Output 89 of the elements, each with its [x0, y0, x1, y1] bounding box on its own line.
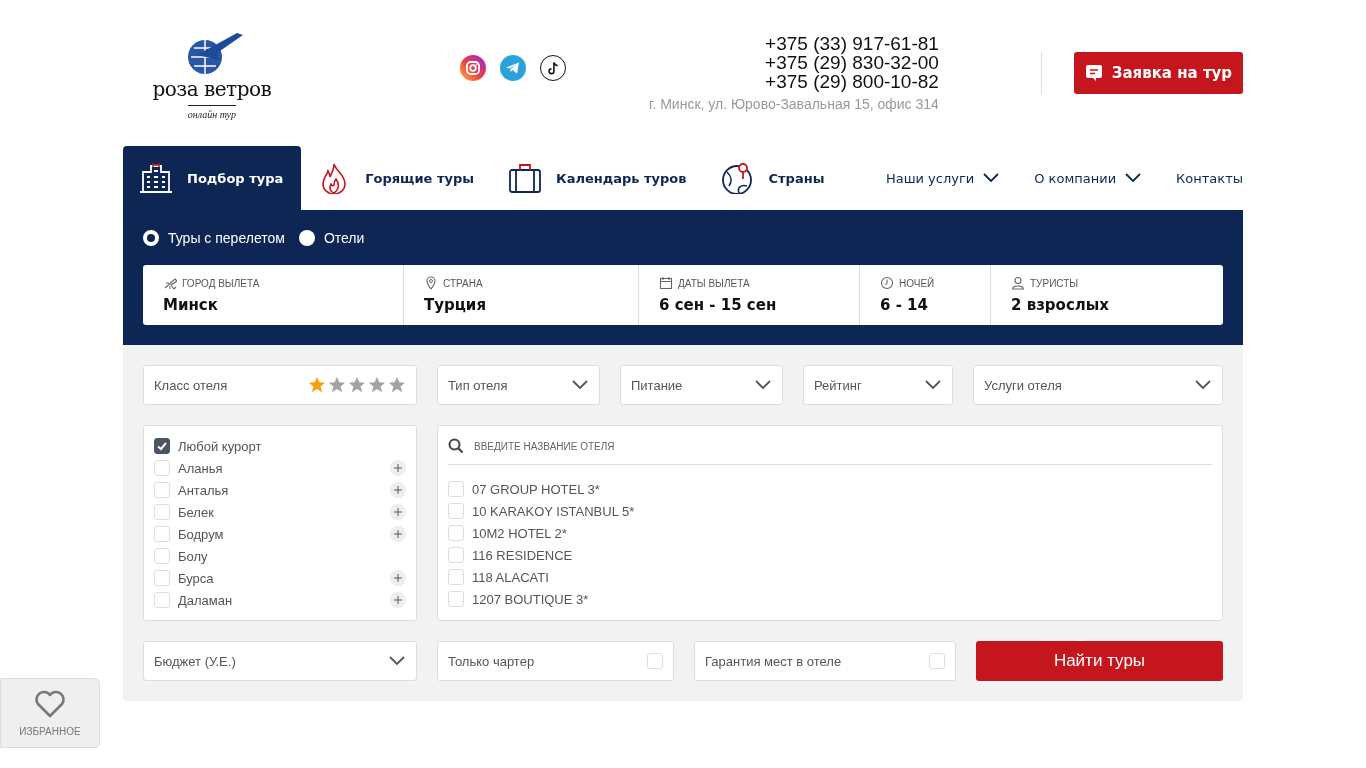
phone-link[interactable]: +375 (29) 830-32-00 [765, 53, 939, 72]
field-value: Минск [163, 296, 219, 314]
field-label: СТРАНА [443, 277, 483, 289]
checkbox[interactable] [154, 438, 170, 454]
phone-link[interactable]: +375 (29) 800-10-82 [765, 72, 939, 91]
option-label: Гарантия мест в отеле [705, 653, 842, 669]
hotel-label: 116 RESIDENCE [472, 547, 574, 563]
field-label: ГОРОД ВЫЛЕТА [182, 277, 260, 289]
star-icon [388, 376, 406, 394]
resort-label: Болу [178, 548, 209, 564]
clock-icon [880, 276, 894, 290]
building-icon [139, 162, 173, 194]
chat-icon [1084, 64, 1103, 82]
plus-icon [394, 464, 402, 472]
plane-icon [163, 276, 177, 290]
search-field[interactable]: СТРАНА Турция [403, 265, 638, 325]
find-tours-button[interactable]: Найти туры [976, 641, 1223, 681]
resort-label: Анталья [178, 482, 230, 498]
nav-tab[interactable]: Страны [704, 146, 843, 210]
hotel-class-filter[interactable]: Класс отеля [143, 365, 417, 405]
plus-icon [394, 530, 402, 538]
logo-text: роза ветров [152, 76, 272, 101]
search-field[interactable]: НОЧЕЙ 6 - 14 [859, 265, 990, 325]
radio-option[interactable]: Туры с перелетом [143, 230, 285, 246]
star-icon [348, 376, 366, 394]
location-pin-icon [424, 276, 438, 290]
hotel-label: 07 GROUP HOTEL 3* [472, 481, 601, 497]
nav-tab[interactable]: Календарь туров [492, 146, 705, 210]
expand-button[interactable] [390, 482, 406, 498]
field-label: ТУРИСТЫ [1030, 277, 1079, 289]
nav-link[interactable]: Контакты [1176, 146, 1243, 210]
address-text: г. Минск, ул. Юрово-Завальная 15, офис 314 [649, 96, 939, 112]
radio-option[interactable]: Отели [298, 230, 365, 246]
nav-tab[interactable]: Горящие туры [301, 146, 492, 210]
search-icon [448, 438, 464, 454]
hotel-label: 10 KARAKOY ISTANBUL 5* [472, 503, 636, 519]
request-button[interactable]: Заявка на тур [1073, 52, 1243, 94]
plus-icon [394, 486, 402, 494]
plus-icon [394, 508, 402, 516]
radio-button[interactable] [143, 230, 159, 246]
radio-button[interactable] [298, 230, 315, 246]
star-icon [368, 376, 386, 394]
field-label: НОЧЕЙ [899, 277, 935, 289]
suitcase-icon [508, 162, 542, 194]
option-label: Только чартер [448, 653, 535, 669]
field-value: 6 сен - 15 сен [659, 296, 778, 314]
budget-dropdown[interactable]: Бюджет (У.Е.) [143, 641, 417, 681]
filter-dropdown[interactable]: Питание [620, 365, 783, 405]
expand-button[interactable] [390, 504, 406, 520]
favorites-button[interactable]: ИЗБРАННОЕ [0, 678, 100, 748]
resort-label: Бурса [178, 570, 215, 586]
star-icon [308, 376, 326, 394]
expand-button[interactable] [390, 570, 406, 586]
resort-label: Аланья [178, 460, 224, 476]
heart-icon [34, 689, 66, 718]
resort-label: Бодрум [178, 526, 225, 542]
expand-button[interactable] [390, 460, 406, 476]
search-field[interactable]: ТУРИСТЫ 2 взрослых [990, 265, 1223, 325]
globe-pin-icon [720, 162, 755, 194]
resort-label: Белек [178, 504, 215, 520]
hotel-label: 118 ALACATI [472, 569, 550, 585]
logo-tagline: онлайн тур [187, 104, 236, 120]
hotel-label: 10M2 HOTEL 2* [472, 525, 568, 541]
field-value: 6 - 14 [880, 296, 929, 314]
field-label: ДАТЫ ВЫЛЕТА [678, 277, 750, 289]
field-value: Турция [424, 296, 487, 314]
expand-button[interactable] [390, 526, 406, 542]
tiktok-icon[interactable] [539, 55, 566, 81]
filter-dropdown[interactable]: Рейтинг [803, 365, 953, 405]
expand-button[interactable] [390, 592, 406, 608]
instagram-icon[interactable] [459, 55, 486, 81]
nav-tab[interactable]: Подбор тура [123, 146, 302, 210]
filter-dropdown[interactable]: Услуги отеля [973, 365, 1223, 405]
telegram-icon[interactable] [499, 55, 526, 81]
phone-link[interactable]: +375 (33) 917-61-81 [765, 34, 939, 53]
calendar-icon [659, 276, 673, 290]
plus-icon [394, 596, 402, 604]
nav-link[interactable]: О компании [1034, 146, 1143, 210]
hotel-label: 1207 BOUTIQUE 3* [472, 591, 590, 607]
search-field[interactable]: ДАТЫ ВЫЛЕТА 6 сен - 15 сен [638, 265, 859, 325]
star-icon [328, 376, 346, 394]
field-value: 2 взрослых [1011, 296, 1111, 314]
search-field[interactable]: ГОРОД ВЫЛЕТА Минск [143, 265, 403, 325]
plus-icon [394, 574, 402, 582]
resort-label: Любой курорт [178, 438, 263, 454]
resort-label: Даламан [178, 592, 234, 608]
filter-dropdown[interactable]: Тип отеля [437, 365, 600, 405]
nav-link[interactable]: Наши услуги [885, 146, 1001, 210]
person-icon [1011, 276, 1025, 290]
